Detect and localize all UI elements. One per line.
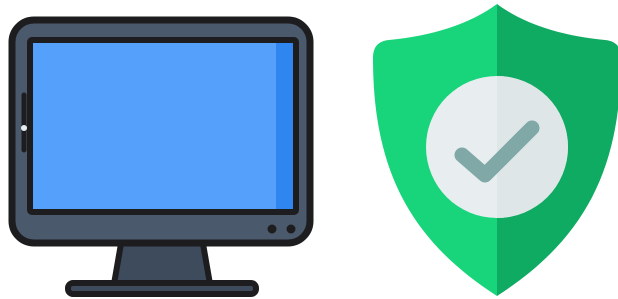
monitor-base <box>65 280 259 297</box>
monitor-power-dot <box>286 224 296 234</box>
illustration <box>0 0 618 299</box>
monitor-side-dot <box>21 125 27 131</box>
monitor-icon <box>8 16 314 297</box>
monitor-power-dot <box>267 224 277 234</box>
monitor-screen <box>27 37 299 215</box>
security-shield-check-icon <box>373 4 618 296</box>
monitor-screen-edge <box>276 43 293 209</box>
